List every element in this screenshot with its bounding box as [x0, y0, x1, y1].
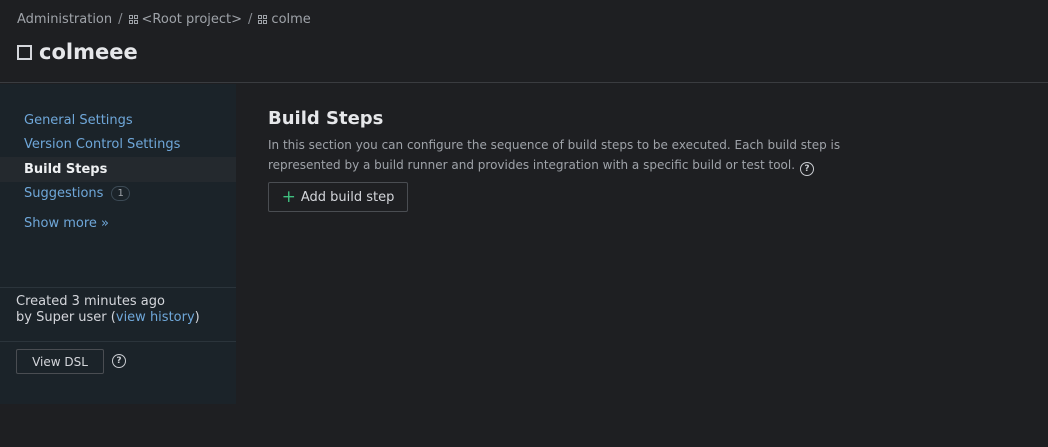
breadcrumb-administration[interactable]: Administration: [17, 12, 112, 27]
project-icon: [258, 14, 268, 25]
divider: [0, 341, 236, 342]
main-content: Build Steps In this section you can conf…: [268, 108, 908, 212]
breadcrumb: Administration / <Root project> / colme: [17, 12, 311, 27]
project-icon: [128, 14, 139, 25]
sidebar-item-label: Suggestions: [24, 186, 104, 202]
help-icon[interactable]: ?: [112, 354, 126, 368]
show-more-link[interactable]: Show more »: [24, 216, 109, 231]
sidebar-nav: General Settings Version Control Setting…: [0, 108, 236, 206]
plus-icon: +: [281, 186, 296, 207]
breadcrumb-separator: /: [118, 12, 123, 27]
square-icon: [17, 44, 32, 60]
page-title: colmeee: [39, 40, 138, 64]
divider: [0, 287, 236, 288]
breadcrumb-root-project-label: <Root project>: [141, 12, 243, 27]
view-history-link[interactable]: view history: [116, 310, 195, 325]
help-icon[interactable]: ?: [800, 162, 815, 176]
view-dsl-button[interactable]: View DSL: [16, 349, 104, 374]
section-description: In this section you can configure the se…: [268, 135, 908, 176]
add-build-step-button[interactable]: + Add build step: [268, 182, 408, 212]
sidebar-item-suggestions[interactable]: Suggestions 1: [0, 182, 236, 207]
sidebar-item-version-control-settings[interactable]: Version Control Settings: [0, 133, 236, 158]
title-row: colmeee: [17, 40, 138, 64]
breadcrumb-colme-label: colme: [271, 12, 311, 27]
section-description-text: In this section you can configure the se…: [268, 138, 841, 172]
sidebar-item-build-steps[interactable]: Build Steps: [0, 157, 236, 182]
breadcrumb-root-project[interactable]: <Root project>: [128, 12, 243, 27]
header: Administration / <Root project> / colme …: [0, 0, 1048, 83]
breadcrumb-separator: /: [248, 12, 253, 27]
created-by: by Super user: [16, 310, 107, 325]
created-by-row: by Super user (view history): [16, 310, 200, 325]
created-info: Created 3 minutes ago by Super user (vie…: [16, 294, 200, 326]
breadcrumb-colme[interactable]: colme: [258, 12, 311, 27]
sidebar-item-general-settings[interactable]: General Settings: [0, 108, 236, 133]
add-build-step-label: Add build step: [300, 189, 395, 205]
section-title: Build Steps: [268, 108, 384, 129]
suggestions-count-badge: 1: [111, 186, 130, 202]
sidebar: General Settings Version Control Setting…: [0, 84, 236, 404]
created-time: Created 3 minutes ago: [16, 294, 165, 309]
